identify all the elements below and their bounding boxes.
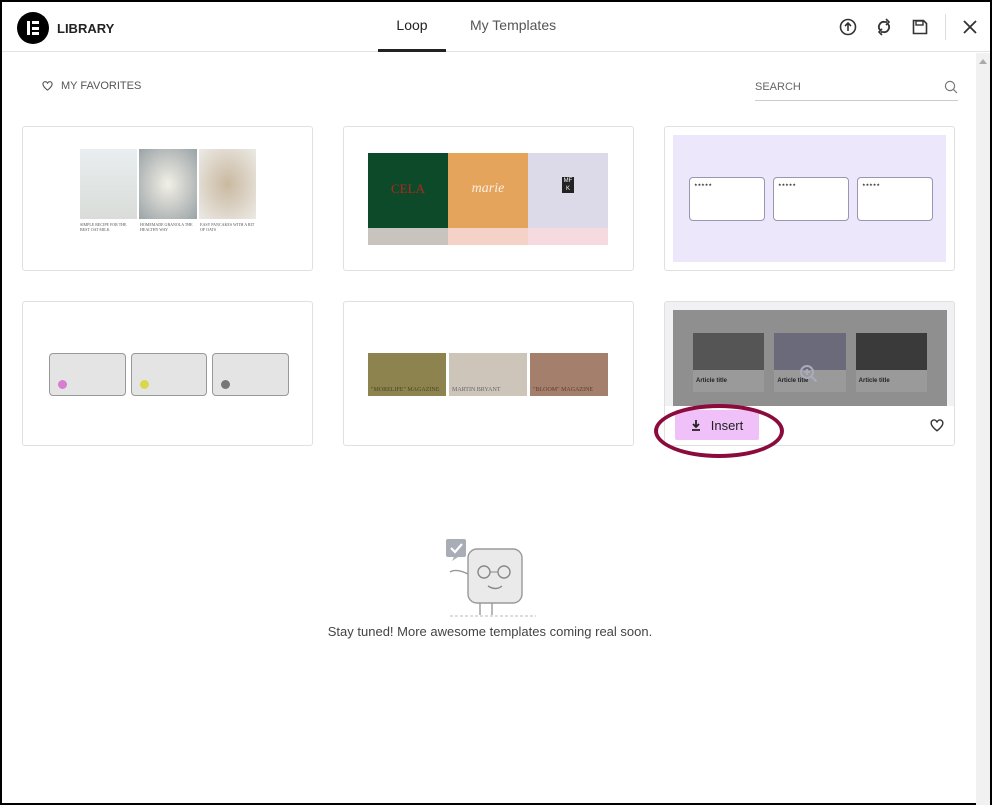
template-card-recipes[interactable]: SIMPLE RECIPE FOR THE BEST OAT MILK HOMEM… [22, 126, 313, 271]
save-icon[interactable] [909, 16, 931, 38]
insert-button[interactable]: Insert [675, 410, 759, 440]
insert-label: Insert [710, 417, 744, 433]
scrollbar[interactable] [976, 53, 990, 805]
download-icon [691, 419, 700, 431]
close-icon[interactable] [959, 16, 981, 38]
thumb-text: ★★★★★ [773, 177, 849, 221]
thumb-text: MARTIN BRYANT [452, 387, 501, 393]
thumb-text: EASY PANCAKES WITH A BIT OF OATS [200, 222, 255, 232]
template-card-testimonials-gray[interactable] [22, 301, 313, 446]
template-card-articles[interactable]: Article title Article title Article titl… [664, 301, 955, 446]
empty-state-illustration [446, 539, 536, 617]
library-modal: LIBRARY Loop My Templates MY FAVORITES S… [0, 0, 992, 805]
header-divider [945, 14, 946, 40]
thumb-text: SIMPLE RECIPE FOR THE BEST OAT MILK [80, 222, 127, 232]
upload-icon[interactable] [837, 16, 859, 38]
tab-my-templates[interactable]: My Templates [470, 17, 556, 52]
favorite-heart-icon[interactable] [930, 419, 944, 432]
search-box [755, 76, 958, 101]
template-card-magazines[interactable]: "MORELIFE" MAGAZINE MARTIN BRYANT "BLOOM… [343, 301, 634, 446]
template-thumbnail: ★★★★★ ★★★★★ ★★★★★ [673, 135, 946, 262]
my-favorites-filter[interactable]: MY FAVORITES [42, 80, 141, 92]
sync-icon[interactable] [873, 16, 895, 38]
empty-state-message: Stay tuned! More awesome templates comin… [327, 624, 653, 639]
template-card-brands[interactable]: CELA marie MFK [343, 126, 634, 271]
thumb-text: "MORELIFE" MAGAZINE [371, 387, 440, 393]
search-input[interactable] [755, 76, 935, 93]
template-thumbnail [49, 353, 290, 396]
template-thumbnail: CELA marie MFK [368, 153, 608, 245]
search-icon[interactable] [944, 80, 958, 94]
thumb-text: Article title [858, 378, 890, 384]
scroll-up-arrow[interactable] [979, 59, 987, 64]
thumb-text: MFK [562, 177, 574, 193]
thumb-text: ★★★★★ [689, 177, 765, 221]
template-thumbnail: "MORELIFE" MAGAZINE MARTIN BRYANT "BLOOM… [368, 353, 608, 396]
template-card-testimonials-purple[interactable]: ★★★★★ ★★★★★ ★★★★★ [664, 126, 955, 271]
template-thumbnail [80, 149, 256, 219]
header: LIBRARY Loop My Templates [2, 2, 990, 52]
thumb-text: ★★★★★ [857, 177, 933, 221]
tab-loop[interactable]: Loop [378, 17, 446, 52]
template-thumbnail: Article title Article title Article titl… [673, 310, 947, 406]
elementor-logo [17, 12, 49, 44]
thumb-text: HOMEMADE GRANOLA THE HEALTHY WAY [140, 222, 193, 232]
zoom-preview-icon[interactable] [799, 364, 819, 384]
thumb-text: marie [471, 181, 505, 196]
library-title: LIBRARY [57, 21, 115, 36]
heart-icon [42, 81, 53, 91]
my-favorites-label: MY FAVORITES [61, 80, 142, 92]
thumb-text: "BLOOM" MAGAZINE [533, 387, 594, 393]
thumb-text: Article title [696, 378, 728, 384]
thumb-text: CELA [391, 181, 425, 196]
